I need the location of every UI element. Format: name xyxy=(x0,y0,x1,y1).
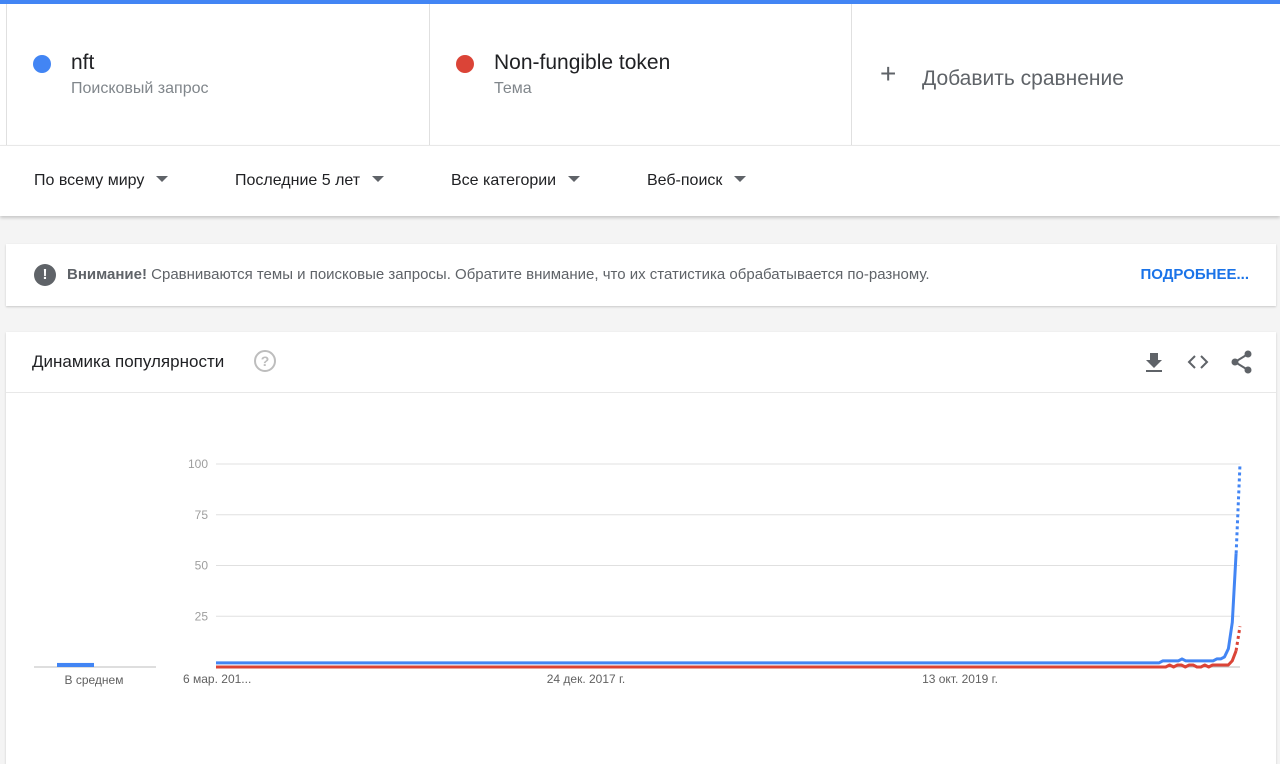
period-label: Последние 5 лет xyxy=(235,172,361,189)
x-tick-label: 6 мар. 201... xyxy=(183,672,251,686)
search-type-dropdown[interactable]: Веб-поиск xyxy=(647,172,747,190)
category-dropdown[interactable]: Все категории xyxy=(451,172,581,190)
trend-chart: 100 75 50 25 6 мар. 201... 24 дек. 2017 г. 13 … xyxy=(34,457,1242,687)
category-label: Все категории xyxy=(451,172,557,189)
chevron-down-icon xyxy=(568,175,581,182)
chevron-down-icon xyxy=(156,175,169,182)
term-type: Поисковый запрос xyxy=(71,80,209,97)
filter-bar: По всему миру Последние 5 лет Все катего… xyxy=(0,145,1280,216)
term-name: Non-fungible token xyxy=(494,51,671,74)
series-line-non-fungible-token xyxy=(216,650,1238,669)
series-color-dot xyxy=(456,55,474,73)
region-dropdown[interactable]: По всему миру xyxy=(34,172,169,190)
y-tick-label: 25 xyxy=(195,609,209,623)
y-tick-label: 100 xyxy=(188,457,208,471)
compare-bar: nft Поисковый запрос Non-fungible token … xyxy=(0,4,1280,145)
add-comparison-button[interactable]: + Добавить сравнение xyxy=(851,4,1280,145)
series-partial-segment xyxy=(1234,626,1242,651)
compare-term-nft[interactable]: nft Поисковый запрос xyxy=(6,4,429,145)
notice-text: Внимание! Сравниваются темы и поисковые … xyxy=(67,266,930,283)
series-line-nft xyxy=(216,553,1238,665)
notice-body: Сравниваются темы и поисковые запросы. О… xyxy=(146,266,930,283)
more-link[interactable]: ПОДРОБНЕЕ... xyxy=(1140,266,1249,283)
average-bar xyxy=(57,662,94,667)
period-dropdown[interactable]: Последние 5 лет xyxy=(235,172,385,190)
y-tick-label: 50 xyxy=(195,559,209,573)
average-label: В среднем xyxy=(65,673,124,687)
add-comparison-label: Добавить сравнение xyxy=(922,67,1124,90)
chevron-down-icon xyxy=(734,175,747,182)
search-type-label: Веб-поиск xyxy=(647,172,723,189)
warning-icon: ! xyxy=(34,264,56,286)
x-tick-label: 13 окт. 2019 г. xyxy=(922,672,998,686)
comparison-notice: ! Внимание! Сравниваются темы и поисковы… xyxy=(6,244,1276,306)
series-color-dot xyxy=(33,55,51,73)
region-label: По всему миру xyxy=(34,172,145,189)
term-name: nft xyxy=(71,51,95,74)
x-tick-label: 24 дек. 2017 г. xyxy=(547,672,626,686)
series-partial-segment xyxy=(1234,463,1242,554)
term-type: Тема xyxy=(494,80,532,97)
notice-bold: Внимание! xyxy=(67,266,147,283)
chevron-down-icon xyxy=(372,175,385,182)
compare-term-non-fungible-token[interactable]: Non-fungible token Тема xyxy=(429,4,851,145)
interest-over-time-card: Динамика популярности ? 100 75 50 25 6 мар. … xyxy=(6,332,1276,764)
y-tick-label: 75 xyxy=(195,508,209,522)
plus-icon: + xyxy=(880,58,897,89)
